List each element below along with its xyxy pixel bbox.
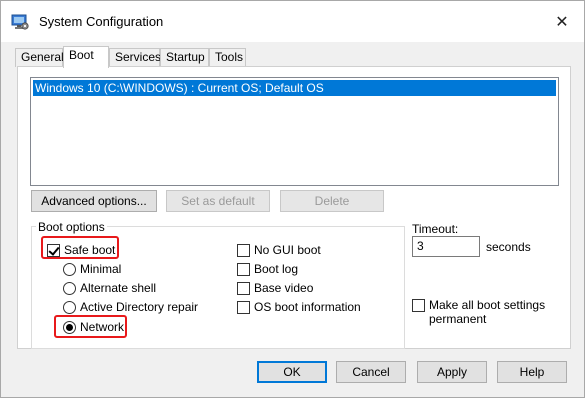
help-label: Help	[519, 365, 545, 379]
seconds-label: seconds	[486, 240, 531, 254]
system-configuration-window: System Configuration ✕ General Boot Serv…	[0, 0, 585, 398]
checkbox-box[interactable]	[237, 243, 250, 257]
make-permanent-line2: permanent	[429, 312, 487, 326]
checkbox-box[interactable]	[412, 299, 425, 312]
tab-services[interactable]: Services	[109, 48, 161, 67]
radio-circle[interactable]	[63, 281, 76, 295]
make-permanent-label: Make all boot settings permanent	[429, 298, 545, 326]
timeout-label: Timeout:	[412, 222, 459, 236]
window-title: System Configuration	[39, 14, 164, 29]
cancel-label: Cancel	[352, 365, 390, 379]
tab-boot[interactable]: Boot	[63, 46, 109, 68]
safe-boot-highlight	[41, 236, 119, 259]
advanced-options-label: Advanced options...	[41, 194, 147, 208]
tab-tools[interactable]: Tools	[209, 48, 246, 67]
title-bar: System Configuration ✕	[1, 1, 584, 42]
checkbox-box[interactable]	[237, 300, 250, 314]
checkbox-box[interactable]	[237, 281, 250, 295]
tab-startup[interactable]: Startup	[160, 48, 209, 67]
timeout-input[interactable]: 3	[412, 236, 480, 257]
boot-log-label: Boot log	[254, 262, 299, 276]
os-list[interactable]: Windows 10 (C:\WINDOWS) : Current OS; De…	[30, 77, 559, 186]
radio-circle[interactable]	[63, 262, 76, 276]
network-highlight	[54, 315, 127, 338]
apply-button[interactable]: Apply	[417, 361, 487, 383]
close-icon[interactable]: ✕	[550, 11, 574, 33]
cancel-button[interactable]: Cancel	[336, 361, 406, 383]
advanced-options-button[interactable]: Advanced options...	[31, 190, 157, 212]
delete-button[interactable]: Delete	[280, 190, 384, 212]
minimal-label: Minimal	[80, 262, 122, 276]
make-permanent-checkbox[interactable]: Make all boot settings permanent	[412, 298, 545, 328]
no-gui-boot-checkbox[interactable]: No GUI boot	[237, 242, 321, 258]
help-button[interactable]: Help	[497, 361, 567, 383]
set-as-default-label: Set as default	[181, 194, 255, 208]
radio-circle[interactable]	[63, 300, 76, 314]
msconfig-icon	[11, 13, 29, 31]
os-boot-info-label: OS boot information	[254, 300, 361, 314]
no-gui-boot-label: No GUI boot	[254, 243, 321, 257]
boot-log-checkbox[interactable]: Boot log	[237, 261, 298, 277]
boot-options-label: Boot options	[36, 220, 107, 234]
ok-label: OK	[283, 365, 301, 379]
ad-repair-label: Active Directory repair	[80, 300, 199, 314]
minimal-radio[interactable]: Minimal	[63, 261, 121, 277]
apply-label: Apply	[436, 365, 468, 379]
alternate-shell-radio[interactable]: Alternate shell	[63, 280, 156, 296]
tab-general[interactable]: General	[15, 48, 64, 67]
make-permanent-line1: Make all boot settings	[429, 298, 546, 312]
ok-button[interactable]: OK	[257, 361, 327, 383]
alternate-shell-label: Alternate shell	[80, 281, 157, 295]
os-list-item[interactable]: Windows 10 (C:\WINDOWS) : Current OS; De…	[33, 80, 556, 96]
set-as-default-button[interactable]: Set as default	[166, 190, 270, 212]
base-video-checkbox[interactable]: Base video	[237, 280, 313, 296]
delete-label: Delete	[314, 194, 350, 208]
ad-repair-radio[interactable]: Active Directory repair	[63, 299, 198, 315]
checkbox-box[interactable]	[237, 262, 250, 276]
boot-tab-panel: Windows 10 (C:\WINDOWS) : Current OS; De…	[17, 66, 571, 349]
base-video-label: Base video	[254, 281, 314, 295]
os-boot-info-checkbox[interactable]: OS boot information	[237, 299, 361, 315]
